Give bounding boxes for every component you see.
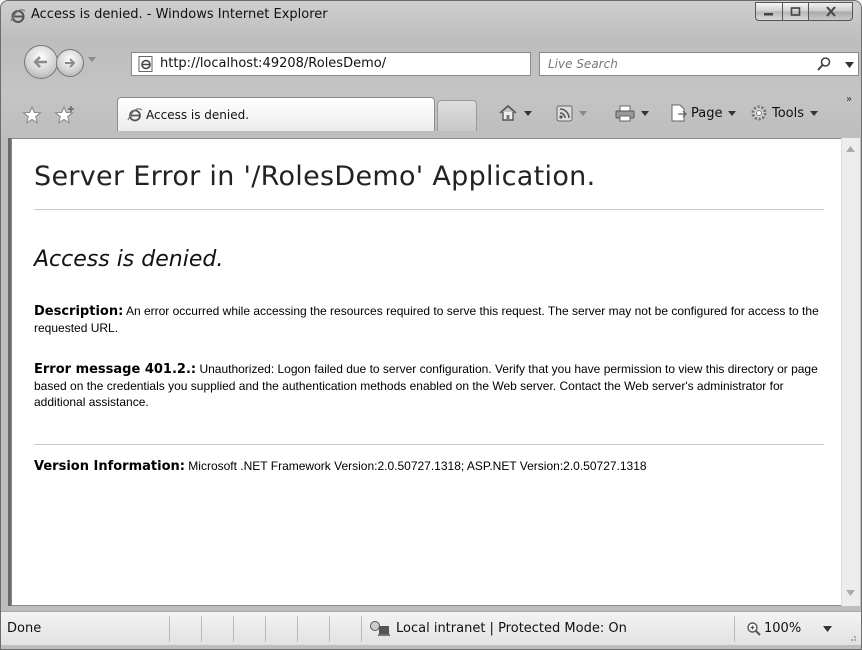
page-menu[interactable]: Page — [670, 103, 737, 123]
page-dropdown-icon — [728, 110, 737, 116]
error-message-label: Error message 401.2.: — [34, 362, 197, 377]
page-title: Server Error in '/RolesDemo' Application… — [34, 161, 596, 192]
new-tab-button[interactable] — [437, 100, 477, 131]
home-icon — [499, 104, 517, 121]
divider — [734, 616, 735, 642]
status-text: Done — [7, 621, 42, 636]
divider — [361, 616, 362, 642]
close-button[interactable] — [808, 2, 853, 21]
divider — [297, 616, 298, 642]
vertical-scrollbar[interactable] — [841, 138, 860, 606]
description-text: An error occurred while accessing the re… — [34, 304, 819, 335]
version-label: Version Information: — [34, 459, 185, 474]
scroll-up-icon[interactable] — [846, 146, 855, 152]
feeds-button[interactable] — [556, 103, 587, 123]
add-favorite-icon[interactable] — [54, 106, 76, 124]
minimize-icon — [764, 12, 773, 15]
divider — [34, 444, 824, 445]
page-content: Server Error in '/RolesDemo' Application… — [11, 138, 851, 606]
back-arrow-icon — [33, 56, 47, 68]
error-heading: Access is denied. — [34, 247, 224, 272]
tools-menu-label: Tools — [772, 105, 805, 121]
forward-arrow-icon — [65, 58, 76, 68]
divider — [265, 616, 266, 642]
print-button[interactable] — [615, 103, 649, 123]
version-text: Microsoft .NET Framework Version:2.0.507… — [188, 459, 647, 473]
description-label: Description: — [34, 304, 124, 319]
error-message-paragraph: Error message 401.2.: Unauthorized: Logo… — [34, 361, 824, 410]
maximize-button[interactable] — [782, 2, 808, 21]
gear-icon — [751, 105, 767, 121]
navigation-bar: http://localhost:49208/RolesDemo/ Live S… — [1, 35, 861, 89]
tools-menu[interactable]: Tools — [750, 103, 819, 123]
search-placeholder: Live Search — [548, 57, 618, 71]
description-paragraph: Description: An error occurred while acc… — [34, 303, 824, 336]
title-bar[interactable]: Access is denied. - Windows Internet Exp… — [1, 1, 861, 31]
print-icon — [615, 105, 635, 121]
zoom-dropdown-icon[interactable] — [823, 626, 832, 632]
tab-label: Access is denied. — [146, 108, 250, 122]
search-dropdown-icon[interactable] — [845, 62, 854, 68]
close-icon — [825, 6, 836, 17]
version-information: Version Information: Microsoft .NET Fram… — [34, 458, 824, 475]
resize-grip-icon[interactable] — [847, 632, 857, 642]
feeds-dropdown-icon[interactable] — [579, 110, 587, 116]
recent-pages-dropdown-icon[interactable] — [87, 56, 97, 64]
window-left-border — [1, 138, 11, 606]
zoom-icon[interactable] — [746, 621, 762, 637]
divider — [201, 616, 202, 642]
divider — [233, 616, 234, 642]
divider — [34, 209, 824, 210]
print-dropdown-icon[interactable] — [641, 110, 649, 116]
tools-dropdown-icon — [810, 110, 819, 116]
divider — [169, 616, 170, 642]
local-intranet-icon[interactable] — [369, 620, 391, 637]
maximize-icon — [790, 6, 800, 16]
zoom-level[interactable]: 100% — [764, 621, 801, 636]
scroll-down-icon[interactable] — [846, 590, 855, 596]
ie-icon — [10, 9, 26, 23]
home-dropdown-icon[interactable] — [524, 110, 532, 116]
status-bar: Done Local intranet | Protected Mode: On… — [1, 611, 861, 645]
feeds-icon — [556, 105, 573, 121]
page-menu-label: Page — [691, 105, 723, 121]
page-icon — [671, 104, 687, 122]
page-ie-icon — [138, 56, 153, 72]
home-button[interactable] — [498, 103, 532, 123]
divider — [329, 616, 330, 642]
ie-icon — [127, 108, 143, 122]
back-button[interactable] — [24, 45, 58, 79]
tab-access-denied[interactable]: Access is denied. — [117, 97, 435, 131]
window-title: Access is denied. - Windows Internet Exp… — [31, 7, 328, 22]
favorites-star-icon[interactable] — [22, 106, 42, 124]
address-url[interactable]: http://localhost:49208/RolesDemo/ — [160, 56, 386, 71]
tab-toolbar: Access is denied. Page Tools » — [1, 93, 861, 133]
caption-buttons — [755, 2, 853, 21]
forward-button[interactable] — [56, 49, 84, 77]
browser-window: Access is denied. - Windows Internet Exp… — [0, 0, 862, 650]
search-icon[interactable] — [816, 56, 832, 72]
toolbar-overflow-chevron[interactable]: » — [846, 94, 852, 105]
address-bar[interactable]: http://localhost:49208/RolesDemo/ — [131, 52, 648, 76]
minimize-button[interactable] — [755, 2, 782, 21]
security-zone-text[interactable]: Local intranet | Protected Mode: On — [396, 621, 627, 636]
search-input[interactable]: Live Search — [539, 52, 859, 76]
